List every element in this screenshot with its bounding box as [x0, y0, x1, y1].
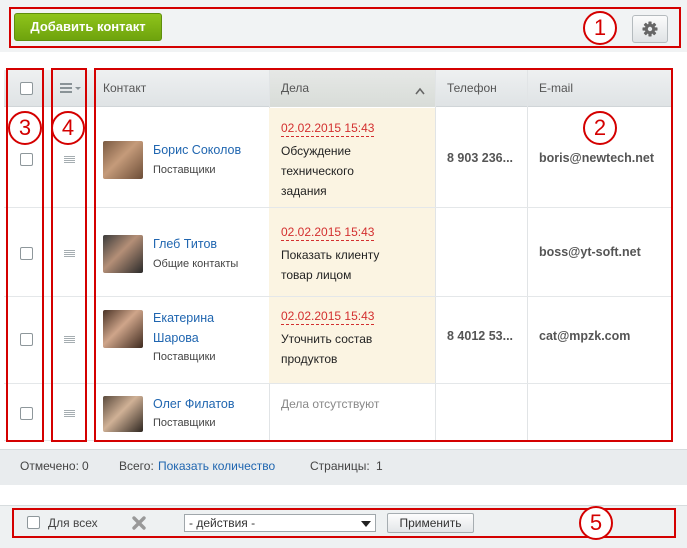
- callout-box-5: [12, 508, 676, 538]
- pages-label: Страницы:: [310, 459, 370, 473]
- callout-number-3: 3: [8, 111, 42, 145]
- pages-value: 1: [376, 459, 383, 473]
- callout-number-1: 1: [583, 11, 617, 45]
- total-label: Всего:: [119, 459, 154, 473]
- callout-box-1: [9, 7, 681, 48]
- callout-number-2: 2: [583, 111, 617, 145]
- checked-value: 0: [82, 459, 89, 473]
- callout-number-4: 4: [51, 111, 85, 145]
- show-count-link[interactable]: Показать количество: [158, 459, 275, 473]
- callout-number-5: 5: [579, 506, 613, 540]
- checked-label: Отмечено:: [20, 459, 79, 473]
